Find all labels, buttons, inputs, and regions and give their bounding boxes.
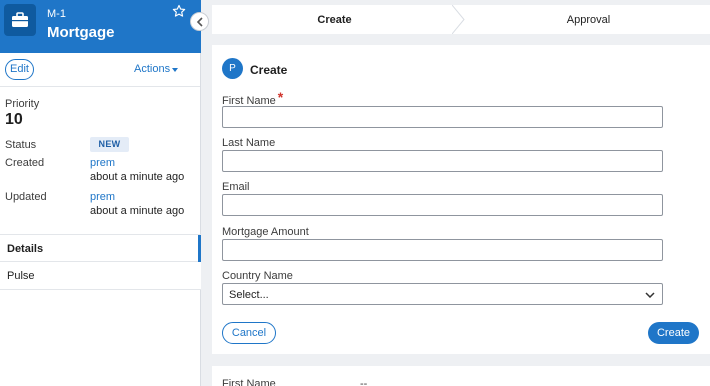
- stage-approval-label: Approval: [566, 14, 611, 26]
- chevron-down-icon: [645, 292, 655, 298]
- summary-first-name-label: First Name: [222, 378, 276, 386]
- created-by-link[interactable]: prem: [90, 157, 115, 169]
- case-title: Mortgage: [47, 24, 115, 41]
- mortgage-amount-field[interactable]: [222, 239, 663, 261]
- create-form-card: P Create First Name * Last Name Email Mor…: [212, 45, 710, 354]
- last-name-field[interactable]: [222, 150, 663, 172]
- country-select-value: Select...: [229, 289, 269, 301]
- edit-button[interactable]: Edit: [5, 59, 34, 80]
- stage-approval[interactable]: Approval: [467, 5, 710, 34]
- tab-pulse-label: Pulse: [7, 270, 35, 282]
- tab-details-label: Details: [7, 243, 44, 255]
- created-label: Created: [5, 157, 45, 169]
- summary-first-name-value: --: [360, 378, 368, 386]
- case-id: M-1: [47, 8, 66, 20]
- status-label: Status: [5, 139, 37, 151]
- star-icon[interactable]: [172, 4, 186, 18]
- tab-details[interactable]: Details: [0, 234, 201, 262]
- stage-progress-bar: Create Approval: [212, 5, 710, 34]
- priority-label: Priority: [5, 98, 40, 110]
- caret-down-icon[interactable]: [172, 68, 178, 72]
- case-sidebar: M-1 Mortgage Edit Actions Priority 10 St…: [0, 0, 201, 386]
- form-title: Create: [250, 63, 288, 77]
- create-button[interactable]: Create: [648, 322, 699, 344]
- created-time: about a minute ago: [90, 171, 185, 183]
- active-tab-indicator: [198, 235, 201, 262]
- first-name-label: First Name *: [222, 89, 284, 107]
- case-header: M-1 Mortgage: [0, 0, 201, 53]
- updated-by-link[interactable]: prem: [90, 191, 115, 203]
- avatar: P: [222, 58, 243, 79]
- email-field[interactable]: [222, 194, 663, 216]
- priority-value: 10: [5, 111, 23, 128]
- cancel-button[interactable]: Cancel: [222, 322, 276, 344]
- country-name-label: Country Name: [222, 270, 293, 282]
- stage-create-label: Create: [317, 14, 352, 26]
- actions-menu-button[interactable]: Actions: [134, 63, 170, 75]
- updated-label: Updated: [5, 191, 47, 203]
- stage-create[interactable]: Create: [212, 5, 457, 34]
- status-badge: NEW: [90, 137, 129, 152]
- divider: [0, 86, 200, 87]
- country-name-select[interactable]: Select...: [222, 283, 663, 305]
- stage-separator: [452, 5, 465, 34]
- updated-time: about a minute ago: [90, 205, 185, 217]
- last-name-label: Last Name: [222, 137, 276, 149]
- first-name-field[interactable]: [222, 106, 663, 128]
- required-indicator: *: [277, 89, 284, 105]
- email-label: Email: [222, 181, 250, 193]
- tab-pulse[interactable]: Pulse: [0, 262, 201, 290]
- chevron-left-icon: [196, 17, 203, 27]
- summary-card: First Name --: [212, 366, 710, 386]
- mortgage-amount-label: Mortgage Amount: [222, 226, 309, 238]
- collapse-sidebar-button[interactable]: [190, 12, 209, 31]
- briefcase-icon: [4, 4, 36, 36]
